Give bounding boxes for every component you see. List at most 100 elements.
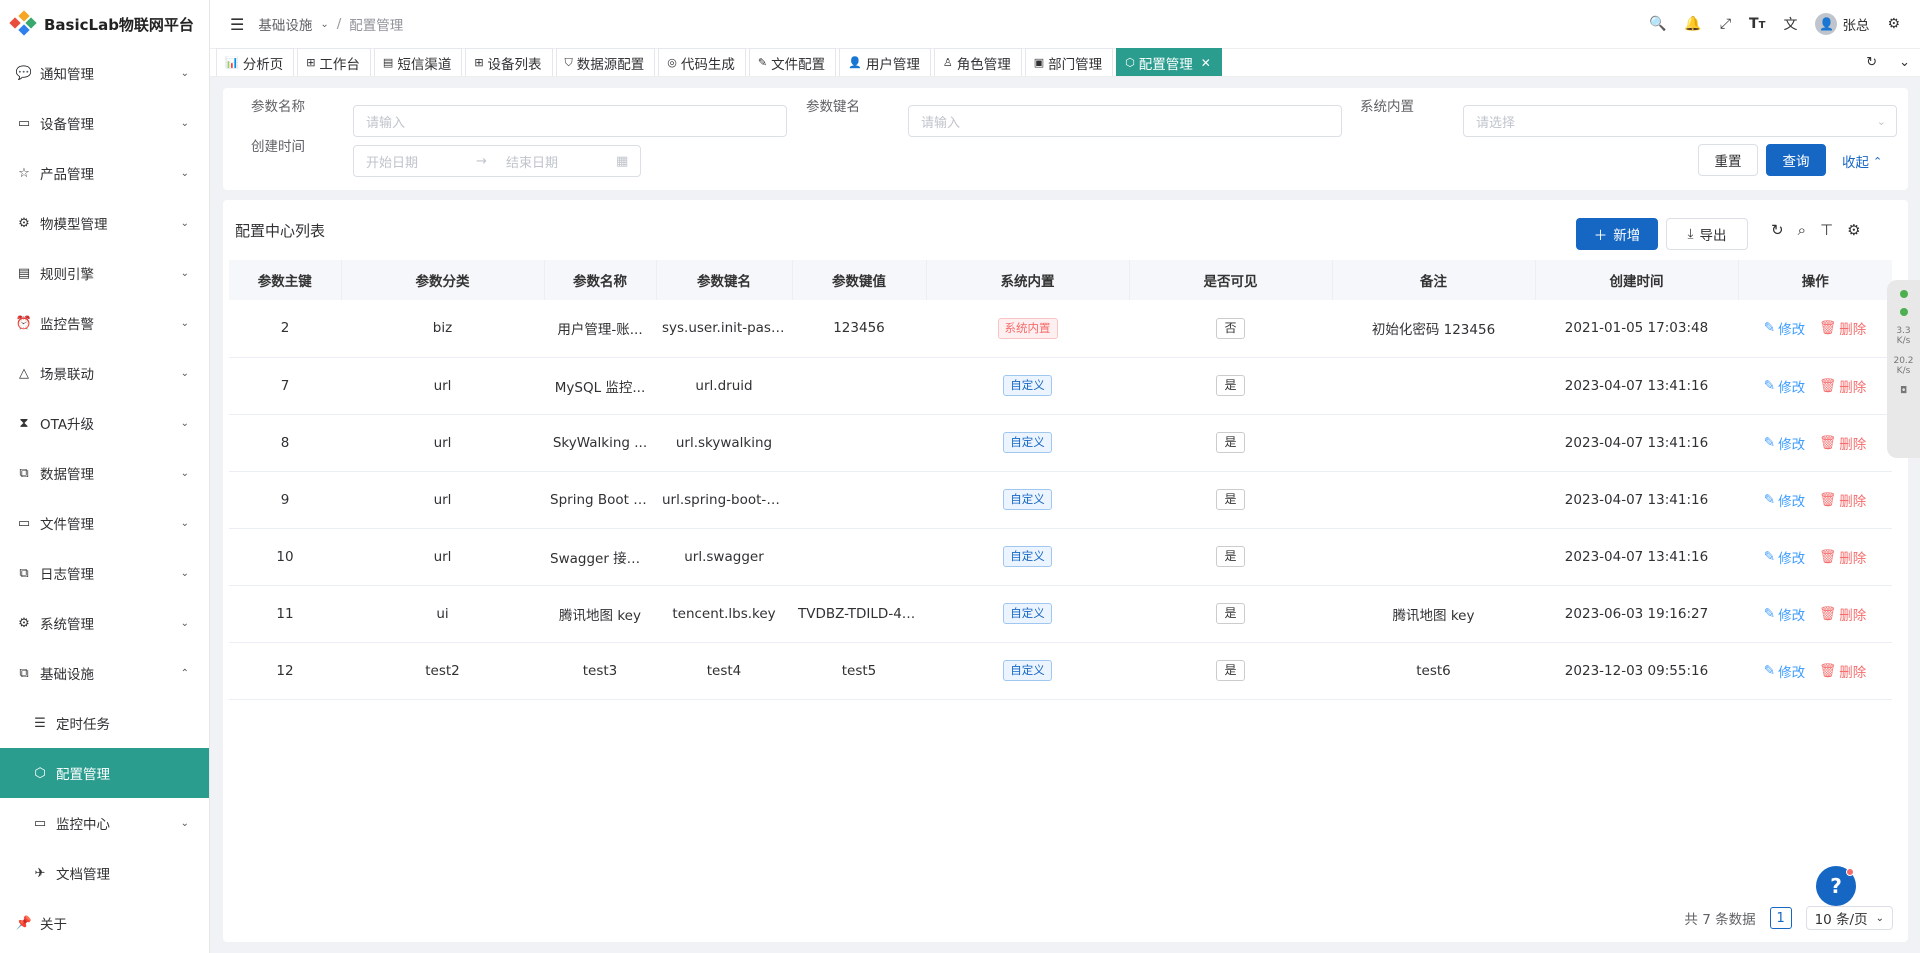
cell-remark: test6 [1332, 642, 1535, 700]
help-button[interactable]: ? [1816, 866, 1856, 906]
sidebar-item-ota[interactable]: ⧗ OTA升级 ⌄ [0, 398, 209, 448]
edit-button[interactable]: ✎ 修改 [1764, 433, 1805, 453]
refresh-icon[interactable]: ↻ [1866, 55, 1877, 70]
cell-id: 10 [229, 528, 341, 586]
sidebar-item-cron[interactable]: ☰ 定时任务 [0, 698, 209, 748]
edit-button[interactable]: ✎ 修改 [1764, 661, 1805, 681]
sidebar-item-infra[interactable]: ⧉ 基础设施 ⌃ [0, 648, 209, 698]
sidebar-item-model[interactable]: ⚙ 物模型管理 ⌄ [0, 198, 209, 248]
bell-icon[interactable]: 🔔 [1684, 16, 1701, 32]
network-speed-widget[interactable]: 3.3 K/s 20.2 K/s ◘ [1887, 280, 1920, 458]
edit-button[interactable]: ✎ 修改 [1764, 490, 1805, 510]
tab-more-chevron-icon[interactable]: ⌄ [1899, 55, 1910, 70]
chevron-down-icon: ⌄ [1875, 912, 1884, 924]
page-size-select[interactable]: 10 条/页 ⌄ [1805, 906, 1893, 930]
column-header: 创建时间 [1535, 260, 1739, 300]
sidebar-item-monitor[interactable]: ▭ 监控中心 ⌄ [0, 798, 209, 848]
chevron-down-icon: ⌄ [320, 18, 329, 30]
reset-button[interactable]: 重置 [1698, 144, 1758, 176]
trash-icon: 🗑 [1819, 377, 1837, 394]
collapse-button[interactable]: 收起 ⌃ [1842, 151, 1882, 172]
tab-role[interactable]: ♙ 角色管理 [933, 48, 1022, 76]
refresh-icon[interactable]: ↻ [1771, 221, 1784, 239]
tab-config[interactable]: ⬡ 配置管理 ✕ [1116, 48, 1222, 76]
app-logo[interactable]: BasicLab物联网平台 [0, 0, 209, 48]
sidebar-item-scene[interactable]: △ 场景联动 ⌄ [0, 348, 209, 398]
translate-icon[interactable]: 文 [1783, 14, 1797, 34]
query-button[interactable]: 查询 [1766, 144, 1826, 176]
tab-user[interactable]: 👤 用户管理 [839, 48, 931, 76]
edit-button[interactable]: ✎ 修改 [1764, 318, 1805, 338]
search-icon[interactable]: ⌕ [1798, 221, 1806, 239]
search-icon[interactable]: 🔍 [1649, 16, 1666, 32]
font-size-icon[interactable]: TT [1749, 16, 1765, 32]
sidebar-item-alarm[interactable]: ⏰ 监控告警 ⌄ [0, 298, 209, 348]
sidebar-item-device[interactable]: ▭ 设备管理 ⌄ [0, 98, 209, 148]
delete-button[interactable]: 🗑 删除 [1819, 604, 1866, 624]
sidebar-item-docs[interactable]: ✈ 文档管理 [0, 848, 209, 898]
create-time-range[interactable]: 开始日期 → 结束日期 ▦ [353, 145, 641, 177]
delete-button[interactable]: 🗑 删除 [1819, 547, 1866, 567]
cell-id: 2 [229, 300, 341, 358]
camera-icon[interactable]: ◘ [1900, 386, 1907, 396]
upload-speed: 3.3 [1896, 326, 1911, 336]
tab-codegen[interactable]: ◎ 代码生成 [658, 48, 746, 76]
trash-icon: 🗑 [1819, 320, 1837, 337]
cell-actions: ✎ 修改 🗑 删除 [1738, 300, 1892, 358]
param-key-input[interactable]: 请输入 [908, 105, 1342, 137]
sidebar-item-file[interactable]: ▭ 文件管理 ⌄ [0, 498, 209, 548]
cell-name: SkyWalking ... [544, 414, 656, 472]
edit-button[interactable]: ✎ 修改 [1764, 604, 1805, 624]
page-number-button[interactable]: 1 [1769, 907, 1792, 929]
row-actions: ✎ 修改 🗑 删除 [1764, 318, 1866, 338]
builtin-select[interactable]: 请选择 ⌄ [1463, 105, 1897, 137]
cell-category: test2 [341, 642, 544, 700]
sidebar-item-system[interactable]: ⚙ 系统管理 ⌄ [0, 598, 209, 648]
sidebar-item-product[interactable]: ☆ 产品管理 ⌄ [0, 148, 209, 198]
tab-sms[interactable]: ▤ 短信渠道 [373, 48, 463, 76]
close-icon[interactable]: ✕ [1201, 56, 1211, 70]
sidebar-item-config[interactable]: ⬡ 配置管理 [0, 748, 209, 798]
fullscreen-icon[interactable]: ⤢ [1720, 16, 1731, 32]
tab-file-config[interactable]: ✎ 文件配置 [748, 48, 837, 76]
delete-button[interactable]: 🗑 删除 [1819, 433, 1866, 453]
settings-gear-icon[interactable]: ⚙ [1847, 221, 1860, 239]
edit-button[interactable]: ✎ 修改 [1764, 547, 1805, 567]
column-height-icon[interactable]: ⊤ [1820, 221, 1833, 239]
download-speed: 20.2 [1893, 356, 1914, 366]
add-button[interactable]: ＋新增 [1576, 218, 1658, 250]
avatar: 👤 [1815, 13, 1838, 35]
column-header: 操作 [1738, 260, 1892, 300]
edit-button[interactable]: ✎ 修改 [1764, 376, 1805, 396]
sidebar-item-notify[interactable]: 💬 通知管理 ⌄ [0, 48, 209, 98]
delete-button[interactable]: 🗑 删除 [1819, 318, 1866, 338]
delete-button[interactable]: 🗑 删除 [1819, 376, 1866, 396]
settings-gear-icon[interactable]: ⚙ [1887, 16, 1900, 32]
export-button[interactable]: ⤓ 导出 [1666, 218, 1748, 250]
visible-tag: 是 [1216, 489, 1245, 510]
trash-icon: 🗑 [1819, 491, 1837, 508]
monitor-icon: ▭ [17, 115, 31, 131]
param-name-input[interactable]: 请输入 [353, 105, 787, 137]
cell-value [792, 357, 926, 415]
delete-button[interactable]: 🗑 删除 [1819, 490, 1866, 510]
end-date-input[interactable]: 结束日期 [506, 152, 616, 171]
breadcrumb-item-infra[interactable]: 基础设施 [258, 14, 312, 34]
sidebar-item-log[interactable]: ⧉ 日志管理 ⌄ [0, 548, 209, 598]
cell-created: 2023-04-07 13:41:16 [1535, 471, 1738, 529]
sidebar-item-data[interactable]: ⧉ 数据管理 ⌄ [0, 448, 209, 498]
sidebar-item-rule[interactable]: ▤ 规则引擎 ⌄ [0, 248, 209, 298]
row-actions: ✎ 修改 🗑 删除 [1764, 604, 1866, 624]
delete-button[interactable]: 🗑 删除 [1819, 661, 1866, 681]
tab-device-list[interactable]: ⊞ 设备列表 [465, 48, 553, 76]
tab-analysis[interactable]: 📊 分析页 [216, 48, 295, 76]
menu-fold-icon[interactable]: ☰ [230, 15, 244, 34]
user-menu[interactable]: 👤 张总 [1815, 13, 1869, 35]
cell-key: tencent.lbs.key [656, 585, 792, 643]
tab-dept[interactable]: ▣ 部门管理 [1024, 48, 1114, 76]
tab-workbench[interactable]: ⊞ 工作台 [297, 48, 371, 76]
tab-datasource[interactable]: ⛉ 数据源配置 [555, 48, 656, 76]
screen-icon: ▭ [33, 815, 47, 831]
start-date-input[interactable]: 开始日期 [366, 152, 476, 171]
sidebar-item-about[interactable]: 📌 关于 [0, 898, 209, 948]
